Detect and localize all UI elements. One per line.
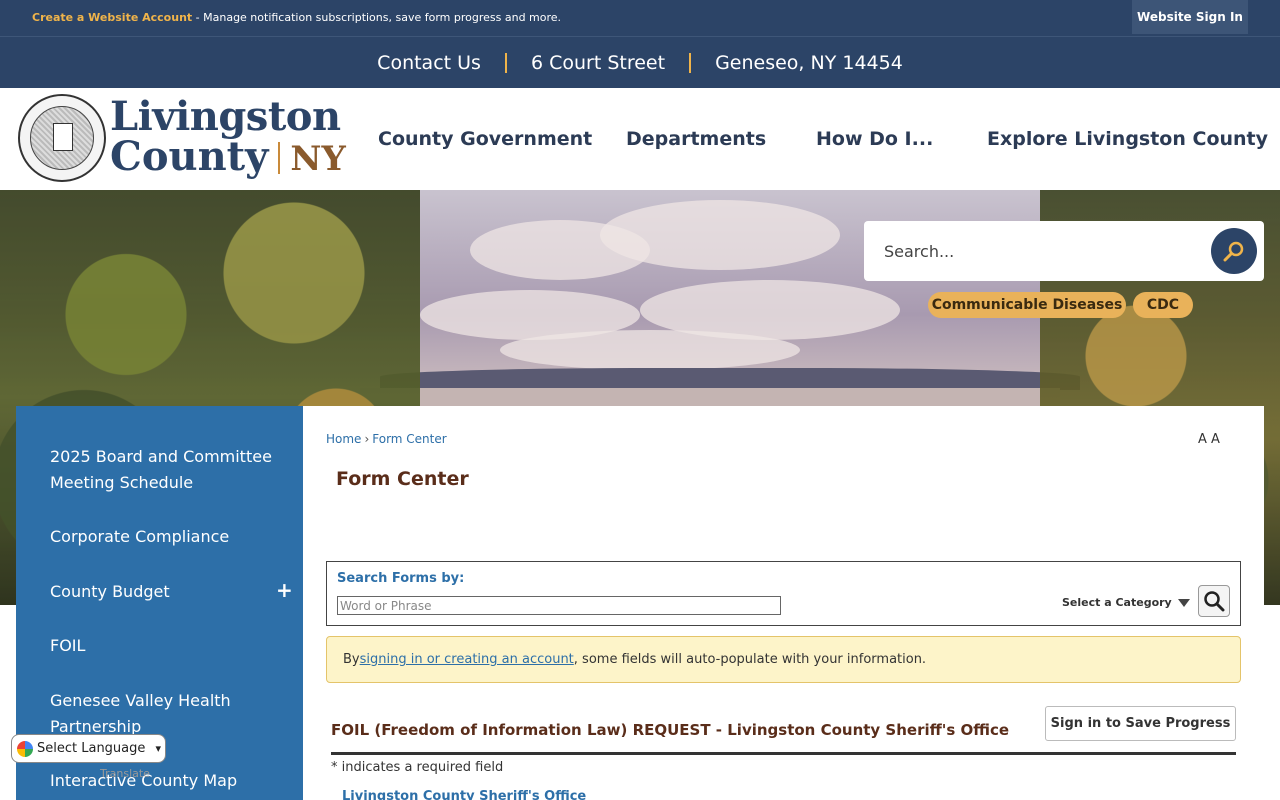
nav-county-government[interactable]: County Government [378, 88, 592, 190]
text-resize-label: A A [1198, 432, 1220, 447]
search-forms-panel: Search Forms by: Select a Category [326, 561, 1241, 626]
chevron-down-icon [1177, 599, 1190, 607]
form-search-input[interactable] [337, 596, 781, 615]
hero-lake [360, 388, 1060, 406]
breadcrumb: Home › Form Center [326, 432, 447, 446]
site-search [864, 221, 1264, 281]
seal-building [53, 123, 73, 151]
logo-name-line2[interactable]: County NY [110, 133, 346, 180]
nav-explore[interactable]: Explore Livingston County [987, 88, 1268, 190]
contact-divider [689, 52, 692, 73]
powered-by-translate: Translate [100, 767, 150, 780]
search-icon [1204, 591, 1225, 612]
quick-link-cdc[interactable]: CDC [1133, 292, 1193, 318]
quick-link-communicable-diseases[interactable]: Communicable Diseases [928, 292, 1126, 318]
sidebar-item-county-budget[interactable]: County Budget [50, 579, 280, 605]
sidebar-item-foil[interactable]: FOIL [50, 633, 280, 659]
notice-suffix: , some fields will auto-populate with yo… [573, 652, 927, 667]
expand-icon[interactable]: + [276, 578, 293, 602]
utility-bar: Create a Website Account - Manage notifi… [0, 0, 1280, 36]
search-icon [1223, 241, 1244, 262]
main-content: Home › Form Center A A Form Center Search … [303, 406, 1264, 800]
logo-divider [278, 142, 281, 174]
hero-cloud [600, 200, 840, 270]
account-tagline: - Manage notification subscriptions, sav… [192, 11, 562, 24]
breadcrumb-home[interactable]: Home [326, 432, 361, 446]
address-city: Geneseo, NY 14454 [715, 51, 903, 74]
sidebar-item-genesee-valley[interactable]: Genesee Valley Health Partnership [50, 688, 280, 740]
form-search-button[interactable] [1198, 585, 1230, 617]
contact-us-link[interactable]: Contact Us [377, 52, 481, 74]
text-resize-controls[interactable]: A A [1198, 432, 1220, 447]
website-sign-in-button[interactable]: Website Sign In [1132, 0, 1248, 34]
breadcrumb-form-center[interactable]: Form Center [372, 432, 446, 446]
sidebar-item-corporate-compliance[interactable]: Corporate Compliance [50, 524, 280, 550]
search-button[interactable] [1211, 228, 1257, 274]
required-field-note: * indicates a required field [331, 760, 504, 775]
contact-divider [504, 52, 507, 73]
seal-center [30, 106, 94, 170]
logo-ny: NY [290, 139, 346, 179]
hero-cloud [500, 330, 800, 370]
chevron-down-icon: ▾ [155, 742, 161, 755]
page-title: Form Center [336, 468, 469, 490]
form-title: FOIL (Freedom of Information Law) REQUES… [331, 721, 1010, 739]
sheriff-office-link[interactable]: Livingston County Sheriff's Office [342, 789, 586, 800]
account-promo: Create a Website Account - Manage notifi… [32, 11, 561, 24]
language-select[interactable]: Select Language ▾ [11, 734, 166, 763]
google-icon [17, 740, 33, 757]
breadcrumb-separator: › [364, 432, 370, 446]
nav-departments[interactable]: Departments [626, 88, 766, 190]
county-seal-icon[interactable] [18, 94, 106, 182]
nav-how-do-i[interactable]: How Do I... [816, 88, 933, 190]
sign-in-notice: By signing in or creating an account, so… [326, 636, 1241, 683]
sidebar-item-county-map[interactable]: Interactive County Map [50, 768, 280, 794]
logo-county: County [110, 133, 269, 180]
create-account-link[interactable]: Create a Website Account [32, 11, 192, 24]
category-select-label: Select a Category [1062, 596, 1172, 609]
sign-in-link[interactable]: signing in or creating an account [360, 652, 574, 667]
site-header: Livingston County NY County Government De… [0, 88, 1280, 190]
sidebar-item-board-schedule[interactable]: 2025 Board and Committee Meeting Schedul… [50, 444, 280, 496]
contact-bar: Contact Us 6 Court Street Geneseo, NY 14… [0, 36, 1280, 88]
search-input[interactable] [884, 239, 1204, 263]
notice-prefix: By [343, 652, 360, 667]
form-title-divider [331, 752, 1236, 755]
category-select[interactable]: Select a Category [1062, 596, 1190, 609]
save-progress-button[interactable]: Sign in to Save Progress [1045, 706, 1236, 741]
hero-hills [380, 368, 1080, 390]
search-forms-label: Search Forms by: [337, 571, 465, 586]
address-street: 6 Court Street [530, 51, 666, 74]
language-select-label: Select Language [37, 741, 146, 756]
